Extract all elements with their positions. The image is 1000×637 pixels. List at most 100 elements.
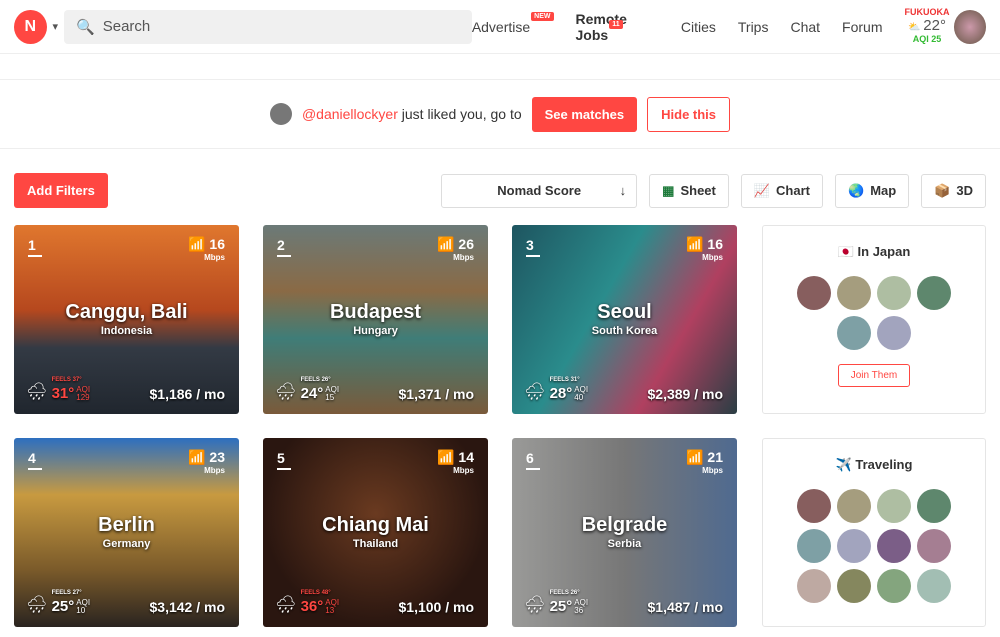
aqi: AQI 10 (76, 598, 91, 615)
chevron-down-icon[interactable]: ▾ (53, 20, 59, 33)
new-badge: NEW (531, 11, 554, 21)
feels-like: FEELS 48° (300, 590, 331, 596)
internet-speed: 📶 21 Mbps (686, 449, 723, 475)
liker-username[interactable]: @daniellockyer (302, 106, 398, 122)
member-avatar[interactable] (917, 276, 951, 310)
card-footer: 🌧 FEELS 48° 36° AQI 13 $1,100 / mo (275, 590, 474, 615)
speed-value: 23 (209, 449, 225, 465)
member-avatar[interactable] (837, 489, 871, 523)
member-avatar[interactable] (797, 529, 831, 563)
notice-text: just liked you, go to (401, 106, 522, 122)
weather-icon: 🌧 (275, 382, 297, 401)
chart-icon: 📈 (753, 182, 771, 198)
like-notice: @daniellockyer just liked you, go to See… (0, 79, 1000, 149)
city-card[interactable]: 5 📶 14 Mbps Chiang Mai Thailand 🌧 FEELS 4… (263, 438, 488, 627)
speed-unit: Mbps (702, 466, 723, 475)
internet-speed: 📶 23 Mbps (188, 449, 225, 475)
member-avatar[interactable] (797, 276, 831, 310)
nav-cities[interactable]: Cities (681, 19, 716, 35)
sort-select[interactable]: Nomad Score ↓ (441, 173, 638, 208)
nav-chat[interactable]: Chat (790, 19, 820, 35)
member-avatar[interactable] (877, 489, 911, 523)
see-matches-button[interactable]: See matches (531, 96, 638, 132)
search-input[interactable]: 🔍 Search (64, 9, 472, 44)
local-weather: FUKUOKA ⛅ 22° AQI 25 (905, 7, 950, 44)
country-name: Serbia (607, 538, 642, 550)
cost-of-living: $1,487 / mo (647, 599, 724, 615)
member-avatar[interactable] (917, 569, 951, 603)
member-avatar[interactable] (877, 276, 911, 310)
city-card[interactable]: 6 📶 21 Mbps Belgrade Serbia 🌧 FEELS 26° 25… (512, 438, 737, 627)
speed-value: 26 (458, 236, 474, 252)
speed-unit: Mbps (702, 253, 723, 262)
member-avatar[interactable] (837, 276, 871, 310)
speed-value: 16 (209, 236, 225, 252)
wifi-icon: 📶 (188, 449, 206, 465)
weather-icon: 🌧 (26, 382, 48, 401)
airplane-icon: ✈️ (835, 457, 852, 472)
top-bar: N ▾ 🔍 Search AdvertiseNEW Remote Jobs11 C… (0, 0, 1000, 54)
member-avatar[interactable] (917, 489, 951, 523)
add-filters-button[interactable]: Add Filters (14, 173, 108, 208)
member-avatar[interactable] (917, 529, 951, 563)
feels-like: FEELS 26° (549, 590, 580, 596)
country-name: Thailand (352, 538, 399, 550)
aqi: AQI 40 (574, 385, 589, 402)
nav-remote-jobs[interactable]: Remote Jobs11 (576, 11, 659, 43)
member-avatar[interactable] (837, 316, 871, 350)
wifi-icon: 📶 (188, 236, 206, 252)
sort-direction-icon[interactable]: ↓ (620, 183, 627, 198)
aqi: AQI 15 (325, 385, 340, 402)
wifi-icon: 📶 (437, 236, 455, 252)
aqi-value: 15 (325, 393, 335, 402)
city-card[interactable]: 2 📶 26 Mbps Budapest Hungary 🌧 FEELS 26° 2… (263, 225, 488, 414)
member-avatar[interactable] (797, 489, 831, 523)
member-avatar[interactable] (877, 529, 911, 563)
city-rank: 6 (526, 450, 540, 470)
feels-like: FEELS 26° (300, 377, 331, 383)
speed-value: 16 (707, 236, 723, 252)
nomad-list-logo[interactable]: N (14, 9, 47, 44)
japan-flag-icon: 🇯🇵 (837, 244, 854, 259)
city-card[interactable]: 4 📶 23 Mbps Berlin Germany 🌧 FEELS 27° 25°… (14, 438, 239, 627)
city-rank: 1 (28, 237, 42, 257)
city-name: Belgrade (581, 514, 668, 536)
join-them-button[interactable]: Join Them (837, 364, 911, 387)
wifi-icon: 📶 (686, 449, 704, 465)
city-card[interactable]: 1 📶 16 Mbps Canggu, Bali Indonesia 🌧 FEEL… (14, 225, 239, 414)
wifi-icon: 📶 (686, 236, 704, 252)
in-japan-panel: 🇯🇵 In Japan Join Them (762, 225, 986, 414)
cost-of-living: $1,371 / mo (398, 386, 475, 402)
member-avatar[interactable] (877, 316, 911, 350)
weather-temp: 22° (923, 17, 946, 35)
nav-trips[interactable]: Trips (738, 19, 769, 35)
traveling-panel: ✈️ Traveling (762, 438, 986, 627)
internet-speed: 📶 16 Mbps (188, 236, 225, 262)
map-view-button[interactable]: 🌏 Map (835, 173, 910, 208)
globe-icon: 🌏 (848, 182, 865, 198)
panel-title: Traveling (855, 457, 913, 472)
sheet-view-button[interactable]: ▦ Sheet (649, 173, 729, 208)
nav-forum[interactable]: Forum (842, 19, 882, 35)
temperature: 31° (51, 385, 75, 402)
count-badge: 11 (609, 19, 623, 29)
hide-this-button[interactable]: Hide this (647, 96, 731, 132)
member-avatar[interactable] (797, 569, 831, 603)
speed-unit: Mbps (204, 466, 225, 475)
chart-view-button[interactable]: 📈 Chart (740, 173, 823, 208)
city-rank: 5 (277, 450, 291, 470)
speed-unit: Mbps (453, 466, 474, 475)
member-avatar[interactable] (877, 569, 911, 603)
speed-value: 21 (707, 449, 723, 465)
member-avatar[interactable] (837, 569, 871, 603)
user-avatar[interactable] (953, 9, 986, 44)
weather-icon: 🌧 (275, 595, 297, 614)
feels-like: FEELS 37° (51, 377, 82, 383)
nav-advertise[interactable]: AdvertiseNEW (471, 11, 554, 35)
aqi: AQI 129 (76, 385, 91, 402)
feels-like: FEELS 27° (51, 590, 82, 596)
member-avatar[interactable] (837, 529, 871, 563)
nav-label: Advertise (471, 18, 531, 35)
city-card[interactable]: 3 📶 16 Mbps Seoul South Korea 🌧 FEELS 31°… (512, 225, 737, 414)
3d-view-button[interactable]: 📦 3D (921, 173, 986, 208)
